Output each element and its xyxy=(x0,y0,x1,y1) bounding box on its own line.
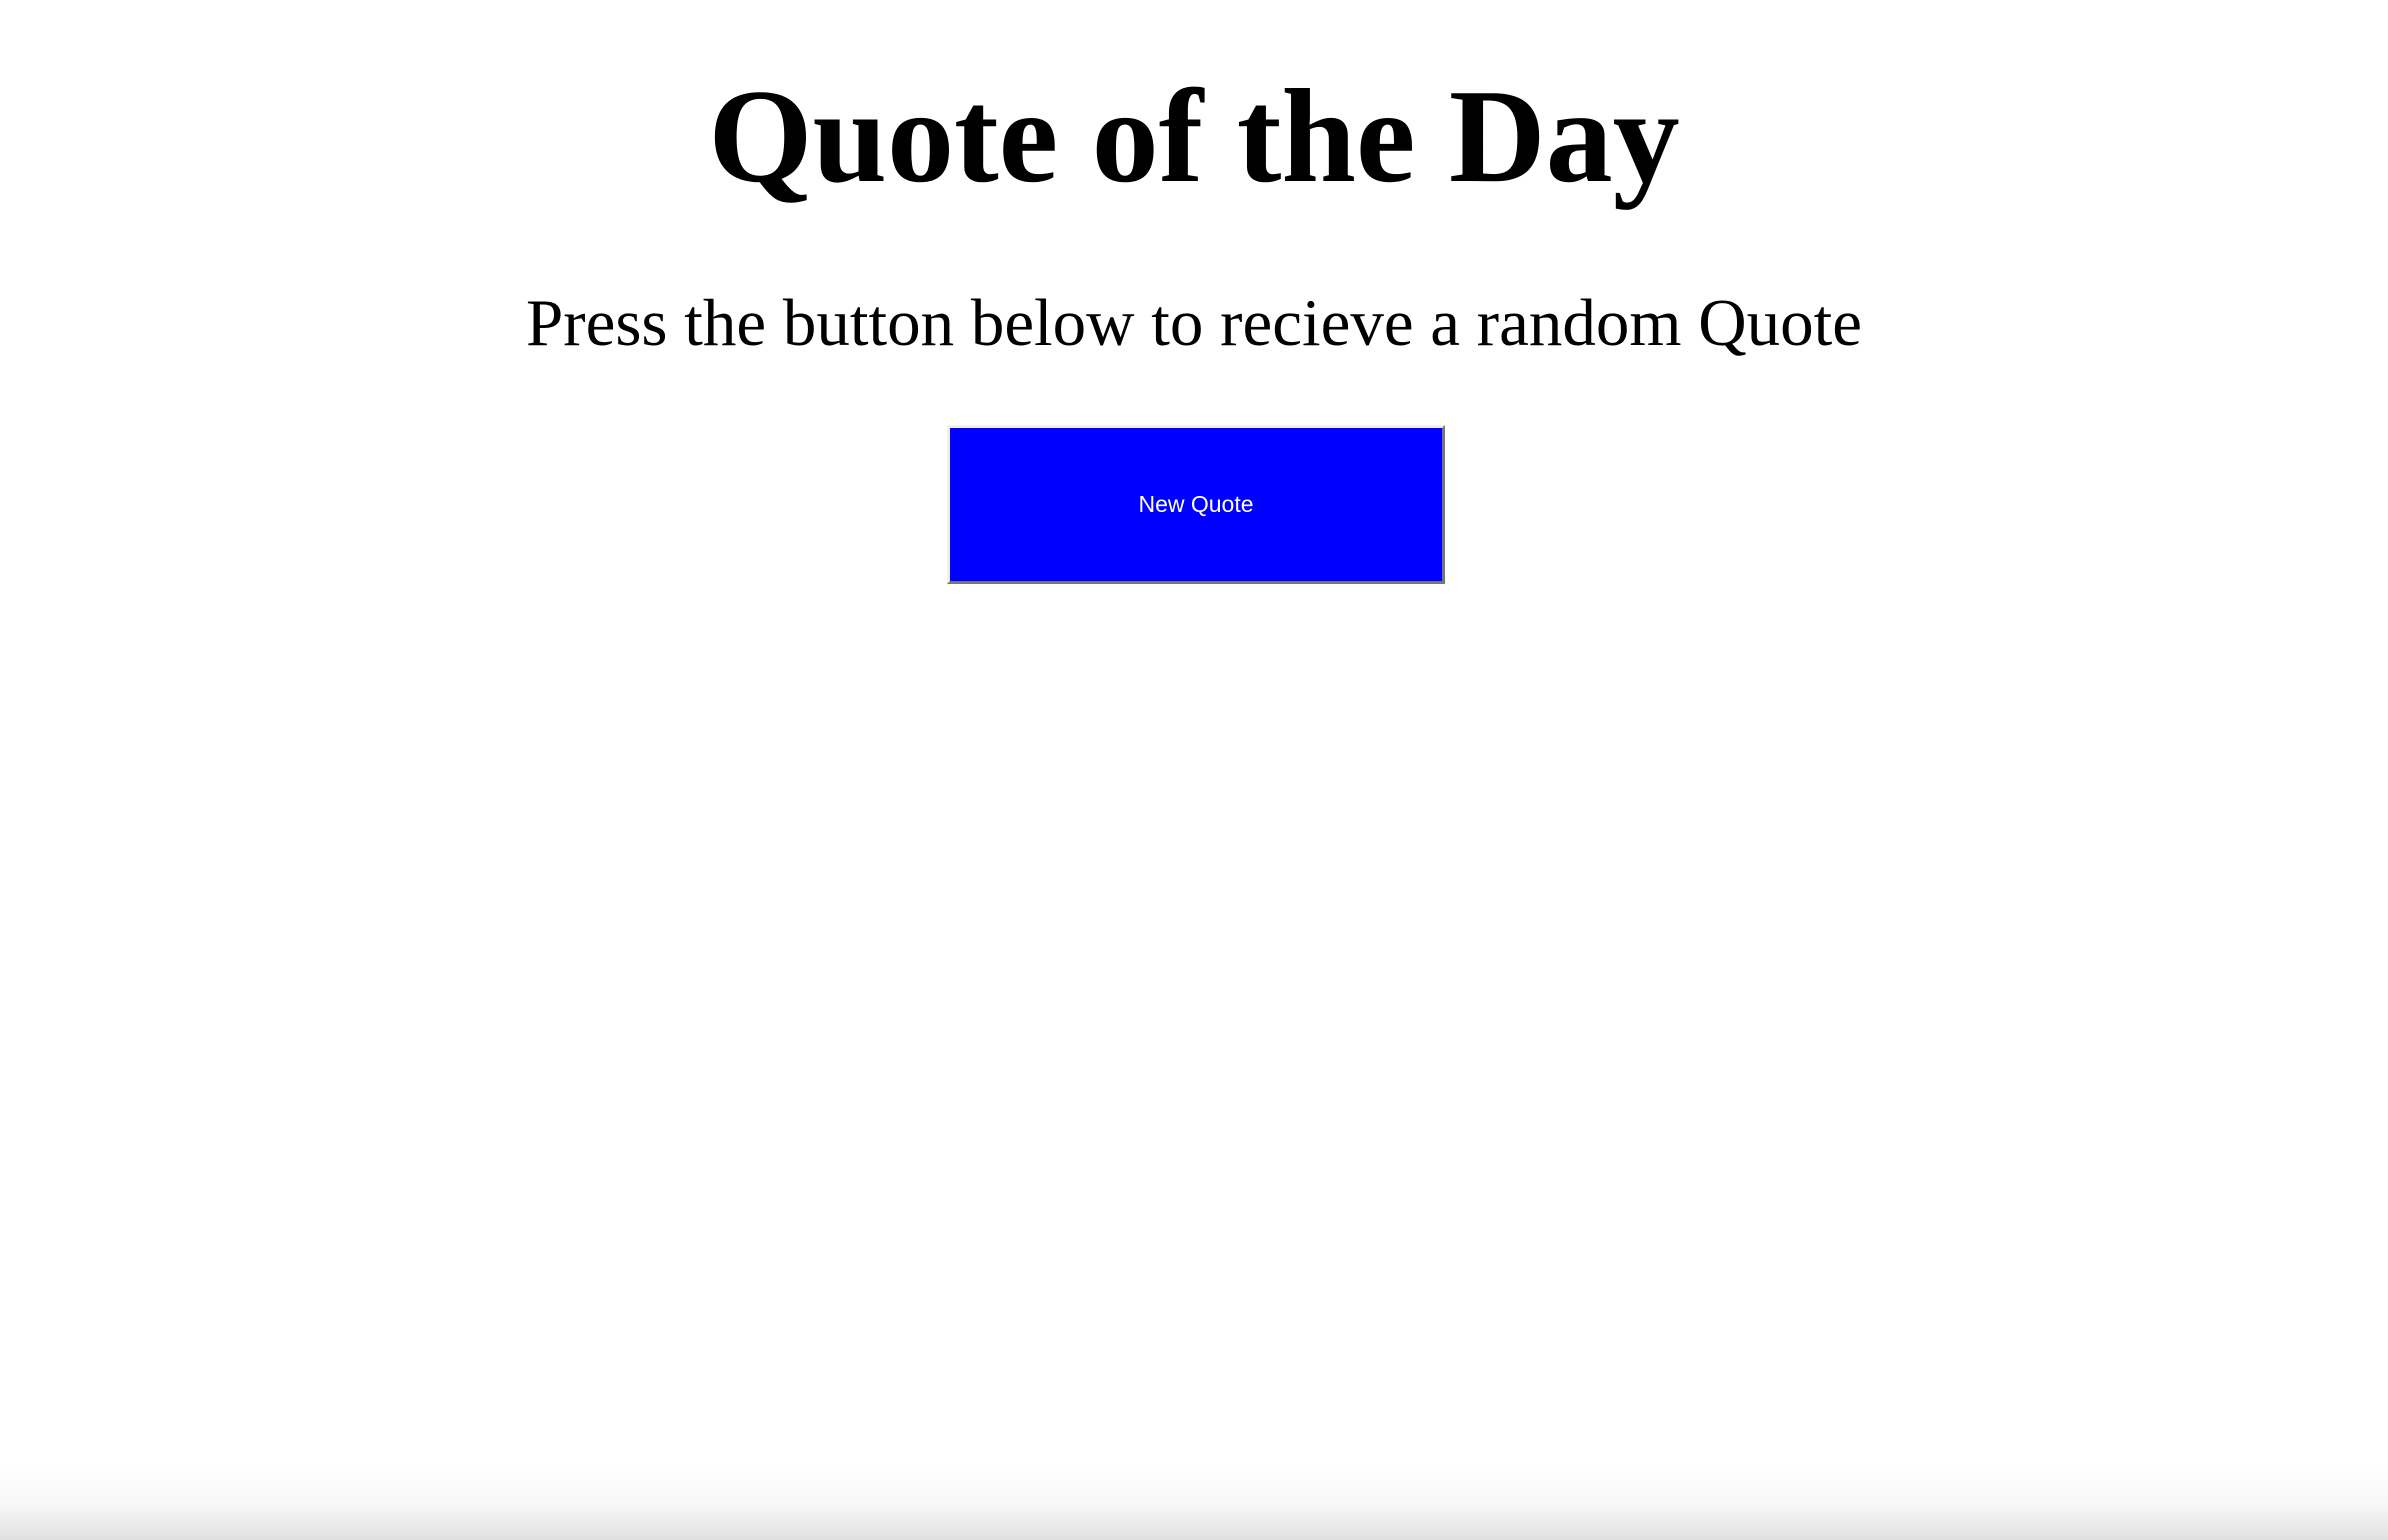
page: Quote of the Day Press the button below … xyxy=(0,0,2388,1540)
new-quote-button-label: New Quote xyxy=(1138,491,1254,517)
page-title: Quote of the Day xyxy=(708,62,1680,210)
bottom-edge-shadow xyxy=(0,1460,2388,1540)
page-subtitle: Press the button below to recieve a rand… xyxy=(526,286,1862,360)
new-quote-button[interactable]: New Quote xyxy=(947,425,1445,584)
